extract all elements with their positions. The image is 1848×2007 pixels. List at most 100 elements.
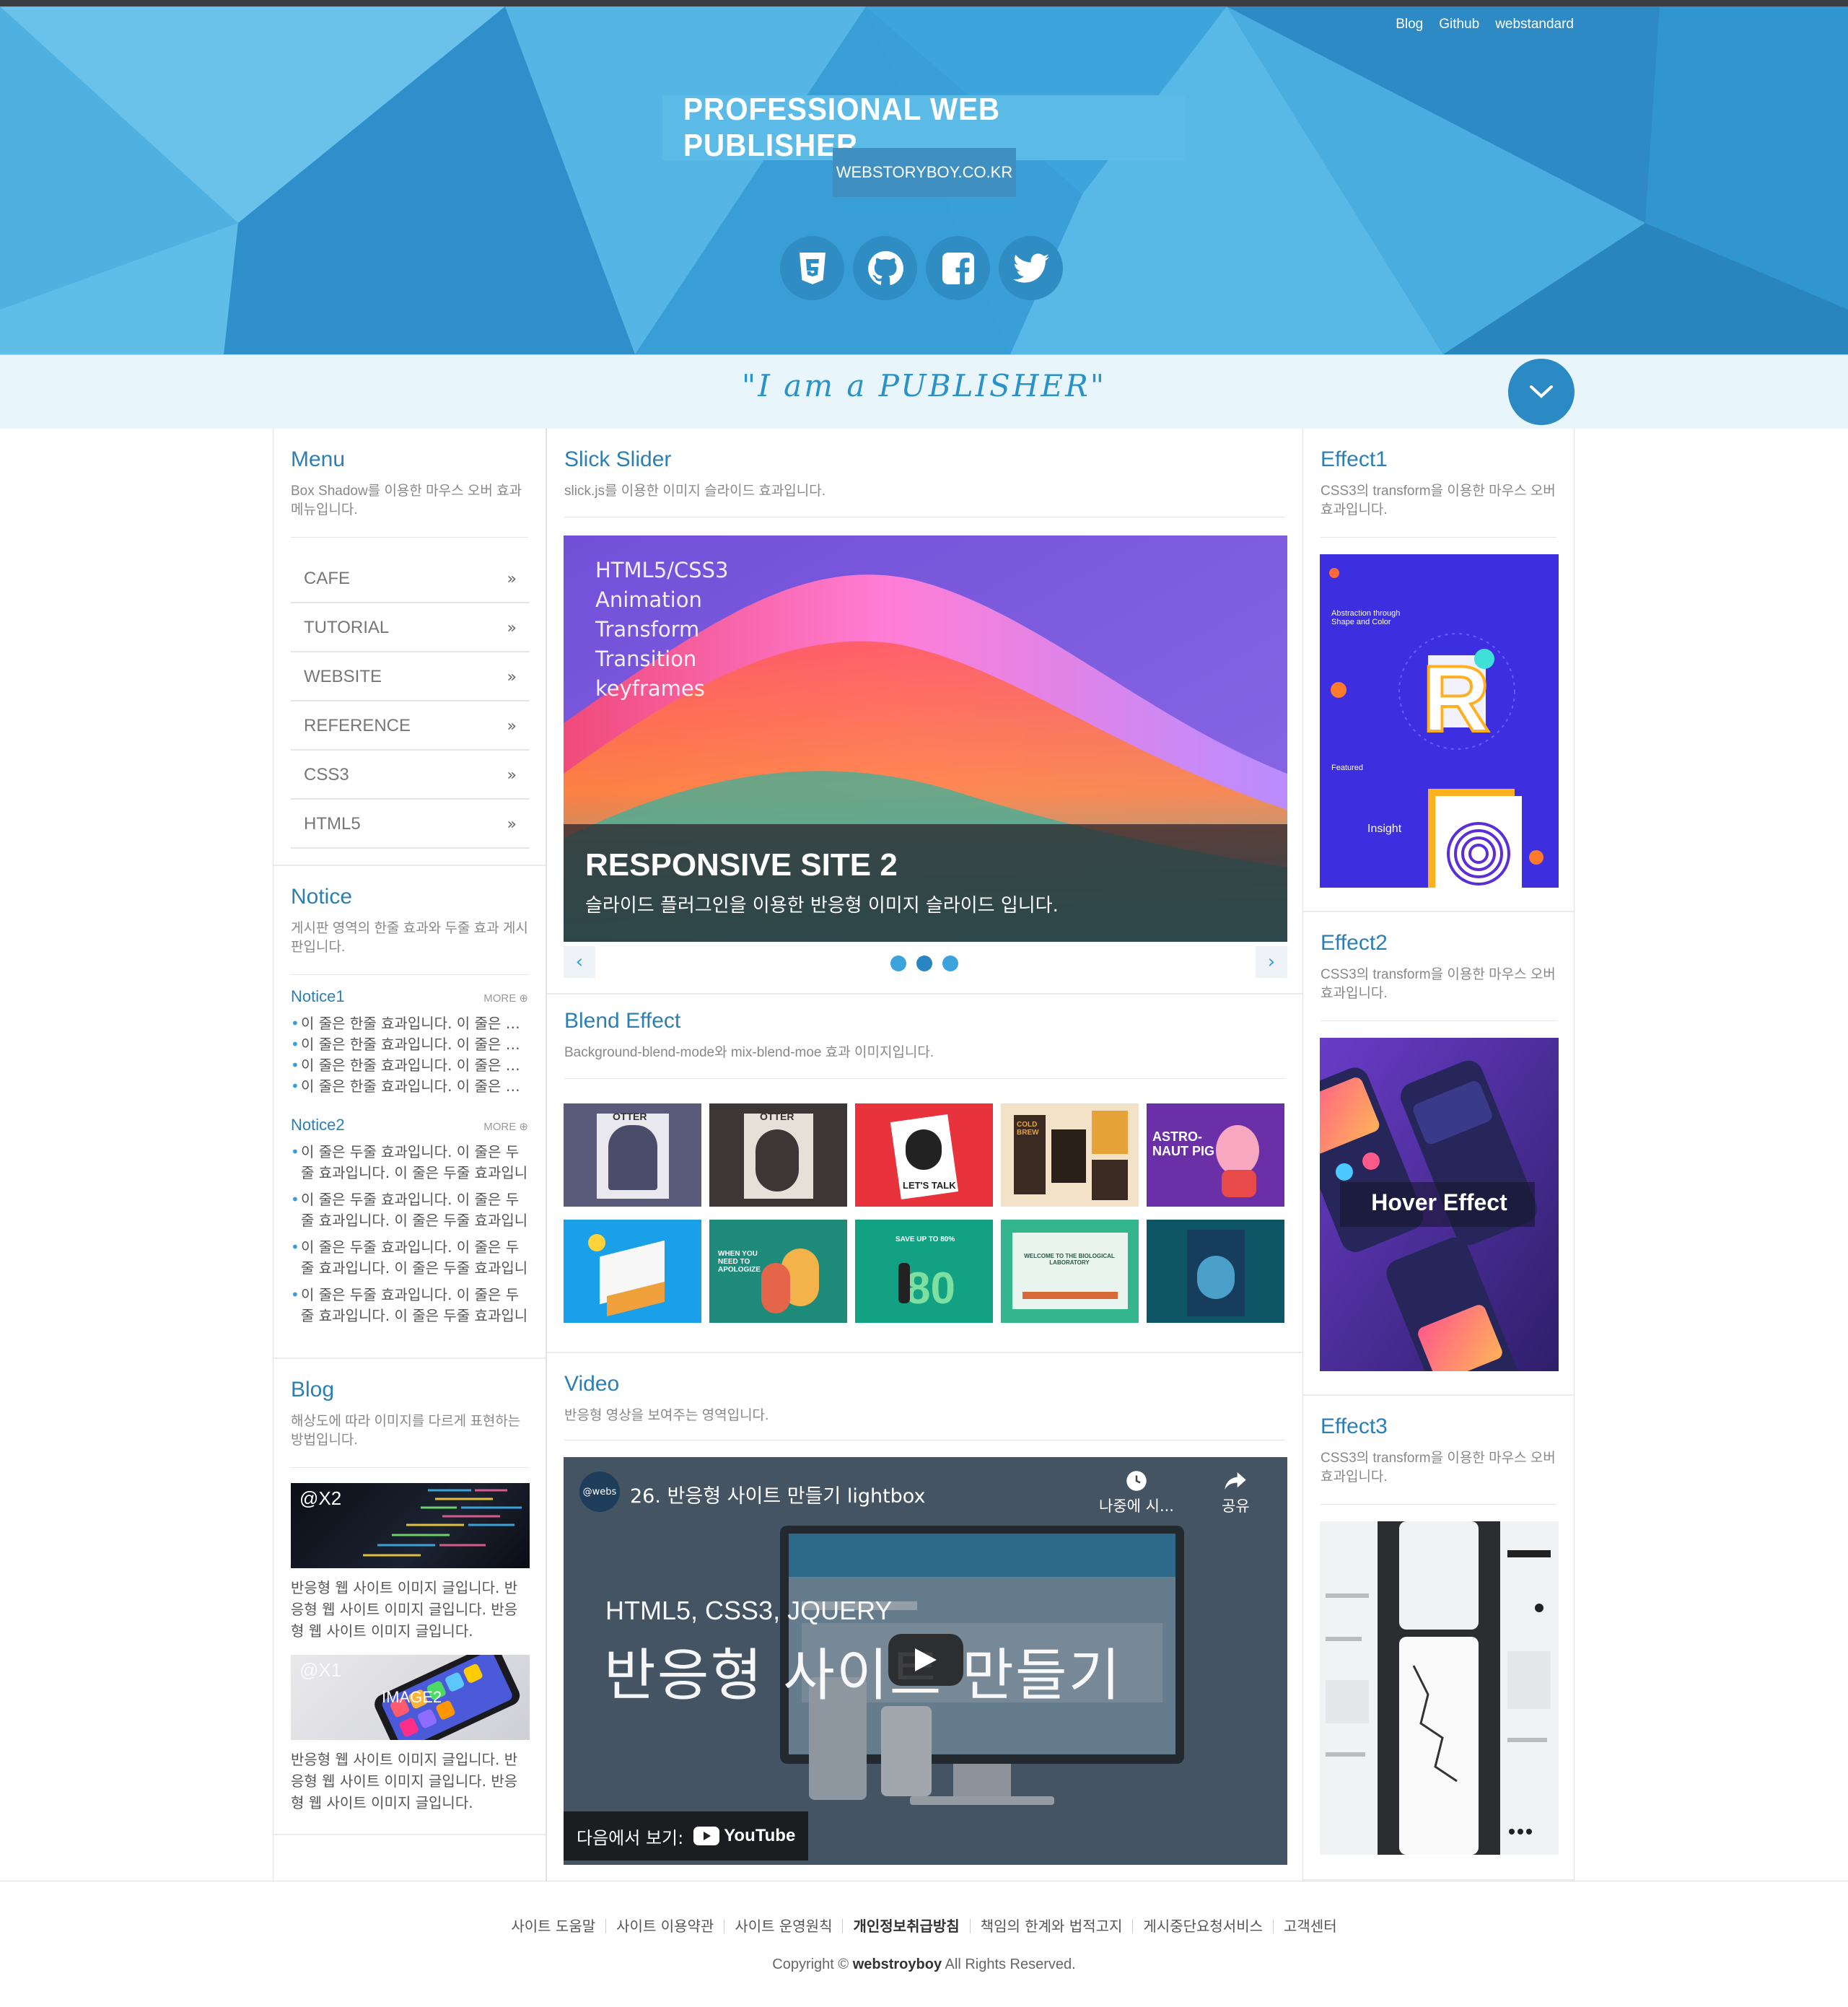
double-chevron-right-icon: » (507, 766, 517, 784)
notice2-item[interactable]: 이 줄은 두줄 효과입니다. 이 줄은 두줄 효과입니다. 이 줄은 두줄 효과… (291, 1285, 528, 1326)
header: Blog Github webstandard PROFESSIONAL WEB… (0, 6, 1848, 354)
more-label: MORE (483, 1121, 517, 1133)
blend-tile[interactable]: WHEN YOU NEED TO APOLOGIZE (709, 1220, 847, 1323)
footer-link-legal[interactable]: 책임의 한계와 법적고지 (969, 1919, 1133, 1933)
effect3-illustration (1320, 1521, 1559, 1855)
hover-effect-label: Hover Effect (1371, 1189, 1507, 1215)
watch-on-youtube-bar[interactable]: 다음에서 보기: YouTube (564, 1811, 809, 1860)
blend-tile[interactable]: ASTRO-NAUT PIG (1147, 1103, 1284, 1207)
top-strip (0, 0, 1848, 6)
watch-later-button[interactable]: 나중에 시... (1099, 1470, 1174, 1516)
slide-line: Animation (595, 587, 702, 612)
slider-prev-button[interactable]: ‹ (564, 946, 595, 978)
github-icon[interactable] (853, 236, 917, 300)
blog-image-2[interactable]: @X1 IMAGE2 (291, 1655, 530, 1740)
effect3-image[interactable] (1320, 1521, 1559, 1855)
effect1-title: Effect1 (1321, 447, 1388, 471)
play-button[interactable] (888, 1634, 963, 1686)
blog-desc: 해상도에 따라 이미지를 다르게 표현하는 방법입니다. (291, 1414, 521, 1448)
divider (1321, 537, 1556, 538)
footer-link-takedown[interactable]: 게시중단요청서비스 (1132, 1919, 1273, 1933)
twitter-icon[interactable] (999, 236, 1063, 300)
blog-image-label: IMAGE2 (382, 1688, 442, 1706)
divider (291, 1467, 528, 1468)
effect2-desc: CSS3의 transform을 이용한 마우스 오버효과입니다. (1321, 967, 1556, 1001)
menu-item-reference[interactable]: REFERENCE » (291, 703, 530, 751)
notice1-header: Notice1 MORE ⊕ (291, 987, 528, 1006)
notice1-item[interactable]: 이 줄은 한줄 효과입니다. 이 줄은 한… (291, 1055, 528, 1076)
divider (291, 974, 528, 975)
youtube-label: YouTube (724, 1826, 796, 1845)
blend-tile[interactable] (1147, 1220, 1284, 1323)
plus-circle-icon: ⊕ (519, 1121, 528, 1133)
youtube-logo: YouTube (693, 1826, 795, 1846)
image-slider[interactable]: HTML5/CSS3 Animation Transform Transitio… (564, 535, 1287, 942)
video-player[interactable]: @webs 26. 반응형 사이트 만들기 lightbox 나중에 시... … (564, 1457, 1287, 1865)
divider (564, 1078, 1285, 1079)
notice1-item[interactable]: 이 줄은 한줄 효과입니다. 이 줄은 한… (291, 1013, 528, 1034)
channel-avatar[interactable]: @webs (579, 1472, 620, 1512)
blend-tile-label: SAVE UP TO 80% (895, 1236, 955, 1243)
effect1-illustration: R (1320, 554, 1559, 888)
copyright-brand: webstroyboy (852, 1956, 942, 1972)
slider-dot-active[interactable] (916, 956, 932, 971)
play-icon (915, 1648, 937, 1671)
effect2-image[interactable]: Hover Effect (1320, 1038, 1559, 1371)
slider-desc: slick.js를 이용한 이미지 슬라이드 효과입니다. (564, 484, 826, 499)
video-overlay-line1: HTML5, CSS3, JQUERY (605, 1596, 893, 1625)
footer-link-privacy[interactable]: 개인정보취급방침 (842, 1919, 969, 1933)
top-link-blog[interactable]: Blog (1396, 17, 1423, 32)
menu-item-website[interactable]: WEBSITE » (291, 654, 530, 701)
effect2-title: Effect2 (1321, 931, 1388, 955)
blend-tile[interactable] (564, 1220, 701, 1323)
watch-on-label: 다음에서 보기: (577, 1827, 684, 1848)
slider-next-button[interactable]: › (1256, 946, 1287, 978)
video-title[interactable]: 26. 반응형 사이트 만들기 lightbox (630, 1480, 925, 1508)
slide-line: Transition (595, 647, 697, 671)
effect1-image[interactable]: R Abstraction through Shape and Color Fe… (1320, 554, 1559, 888)
footer: 사이트 도움말 사이트 이용약관 사이트 운영원칙 개인정보취급방침 책임의 한… (0, 1881, 1848, 2007)
notice1-more-link[interactable]: MORE ⊕ (483, 992, 528, 1005)
menu-item-cafe[interactable]: CAFE » (291, 556, 530, 603)
blend-tile[interactable]: COLD BREW (1001, 1103, 1139, 1207)
share-button[interactable]: 공유 (1222, 1470, 1250, 1516)
double-chevron-right-icon: » (507, 618, 517, 637)
copyright-suffix: All Rights Reserved. (945, 1956, 1076, 1972)
video-overlay-line2: 반응형 사이트 만들기 (604, 1643, 1122, 1708)
notice1-item[interactable]: 이 줄은 한줄 효과입니다. 이 줄은 한… (291, 1076, 528, 1097)
blend-tile[interactable]: 80 SAVE UP TO 80% (855, 1220, 993, 1323)
left-column: Menu Box Shadow를 이용한 마우스 오버 효과 메뉴입니다. CA… (273, 429, 546, 1881)
footer-link-help[interactable]: 사이트 도움말 (501, 1919, 605, 1933)
menu-item-html5[interactable]: HTML5 » (291, 801, 530, 849)
slide-line: keyframes (595, 676, 705, 701)
top-link-github[interactable]: Github (1439, 17, 1479, 32)
notice2-item[interactable]: 이 줄은 두줄 효과입니다. 이 줄은 두줄 효과입니다. 이 줄은 두줄 효과… (291, 1189, 528, 1231)
blog-image-1[interactable]: @X2 (291, 1483, 530, 1568)
notice1-item[interactable]: 이 줄은 한줄 효과입니다. 이 줄은 한… (291, 1034, 528, 1055)
facebook-icon[interactable] (926, 236, 990, 300)
notice2-item[interactable]: 이 줄은 두줄 효과입니다. 이 줄은 두줄 효과입니다. 이 줄은 두줄 효과… (291, 1237, 528, 1279)
effect1-section: Effect1 CSS3의 transform을 이용한 마우스 오버효과입니다… (1303, 429, 1574, 912)
menu-item-css3[interactable]: CSS3 » (291, 752, 530, 800)
html5-icon[interactable] (780, 236, 844, 300)
notice2-item[interactable]: 이 줄은 두줄 효과입니다. 이 줄은 두줄 효과입니다. 이 줄은 두줄 효과… (291, 1142, 528, 1184)
footer-link-terms[interactable]: 사이트 이용약관 (605, 1919, 724, 1933)
blend-tile[interactable]: WELCOME TO THE BIOLOGICAL LABORATORY (1001, 1220, 1139, 1323)
footer-link-support[interactable]: 고객센터 (1273, 1919, 1347, 1933)
slider-dot[interactable] (942, 956, 958, 971)
blend-tile[interactable]: OTTER (709, 1103, 847, 1207)
slider-dot[interactable] (890, 956, 906, 971)
blend-tile[interactable]: LET'S TALK (855, 1103, 993, 1207)
menu-item-tutorial[interactable]: TUTORIAL » (291, 605, 530, 652)
social-links (780, 236, 1063, 300)
blend-tile[interactable]: OTTER (564, 1103, 701, 1207)
video-section-title: Video (564, 1372, 620, 1396)
effect3-title: Effect3 (1321, 1414, 1388, 1438)
footer-link-policy[interactable]: 사이트 운영원칙 (724, 1919, 842, 1933)
share-icon (1225, 1472, 1246, 1490)
scroll-down-button[interactable] (1508, 359, 1575, 425)
video-section-desc: 반응형 영상을 보여주는 영역입니다. (564, 1408, 769, 1423)
top-link-webstandard[interactable]: webstandard (1495, 17, 1574, 32)
notice2-more-link[interactable]: MORE ⊕ (483, 1120, 528, 1133)
double-chevron-right-icon: » (507, 815, 517, 834)
